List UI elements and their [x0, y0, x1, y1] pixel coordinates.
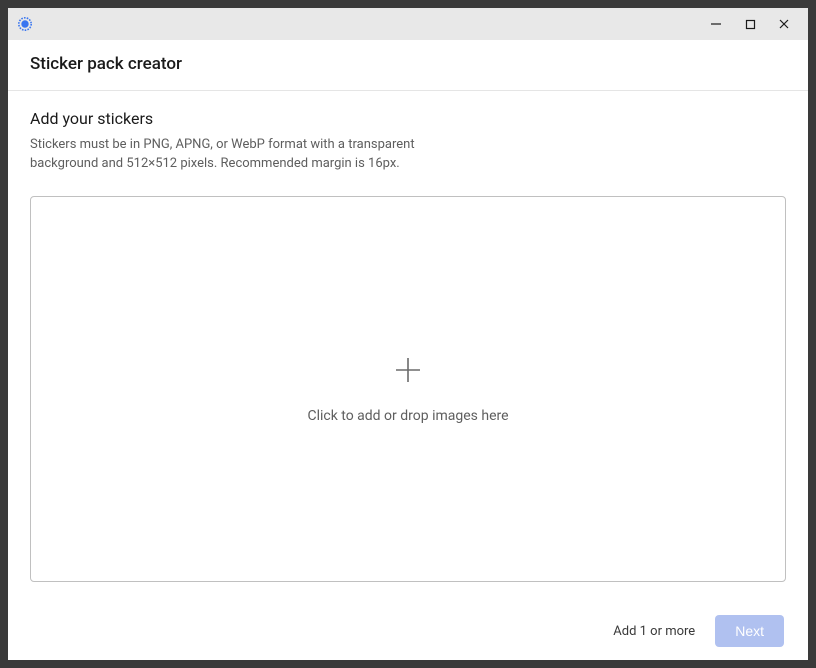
- window-controls: [708, 16, 800, 32]
- upload-section-title: Add your stickers: [30, 109, 786, 128]
- sticker-dropzone[interactable]: Click to add or drop images here: [30, 196, 786, 582]
- plus-icon: [392, 354, 424, 390]
- minimize-button[interactable]: [708, 16, 724, 32]
- close-button[interactable]: [776, 16, 792, 32]
- page-header: Sticker pack creator: [8, 40, 808, 91]
- maximize-button[interactable]: [742, 16, 758, 32]
- dropzone-label: Click to add or drop images here: [307, 408, 508, 424]
- content-area: Add your stickers Stickers must be in PN…: [8, 91, 808, 602]
- page-title: Sticker pack creator: [30, 54, 786, 74]
- footer-hint: Add 1 or more: [613, 624, 695, 639]
- titlebar: [8, 8, 808, 40]
- next-button[interactable]: Next: [715, 615, 784, 647]
- titlebar-left: [16, 15, 34, 33]
- footer: Add 1 or more Next: [8, 602, 808, 660]
- app-window: Sticker pack creator Add your stickers S…: [8, 8, 808, 660]
- upload-section-description: Stickers must be in PNG, APNG, or WebP f…: [30, 136, 460, 174]
- signal-app-icon: [16, 15, 34, 33]
